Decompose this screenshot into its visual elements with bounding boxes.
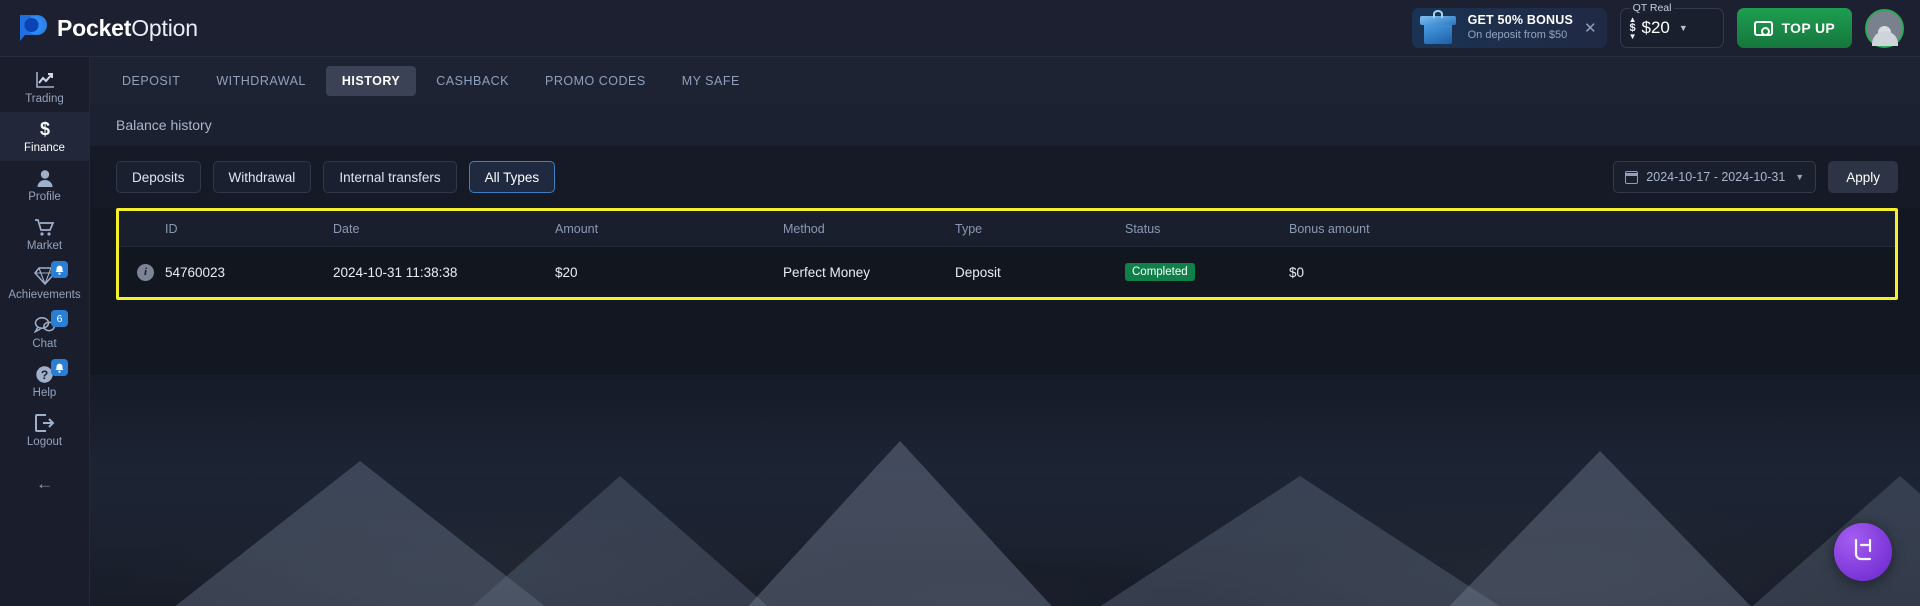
swap-account-icon[interactable]: ▲ $ ▼ — [1629, 15, 1637, 40]
tab-deposit[interactable]: DEPOSIT — [106, 66, 196, 96]
gift-box-icon — [1416, 9, 1462, 47]
apply-button[interactable]: Apply — [1828, 161, 1898, 193]
filter-internal-transfers-button[interactable]: Internal transfers — [323, 161, 457, 193]
sidebar-item-chat[interactable]: Chat 6 — [0, 308, 89, 357]
sidebar-item-help[interactable]: ? Help — [0, 357, 89, 406]
column-header-date: Date — [333, 211, 555, 247]
left-sidebar: Trading $ Finance Profile Market Achieve… — [0, 57, 90, 606]
cell-id: 54760023 — [165, 246, 333, 297]
cell-status: Completed — [1125, 246, 1289, 297]
tab-promo-codes[interactable]: PROMO CODES — [529, 66, 662, 96]
sidebar-item-label: Chat — [32, 337, 57, 350]
sidebar-badge-bell — [51, 359, 68, 376]
top-up-button[interactable]: TOP UP — [1736, 8, 1852, 48]
bonus-subtitle: On deposit from $50 — [1467, 28, 1568, 41]
cell-date: 2024-10-31 11:38:38 — [333, 246, 555, 297]
chart-line-icon — [35, 71, 55, 90]
filter-bar: Deposits Withdrawal Internal transfers A… — [90, 146, 1920, 208]
sidebar-item-label: Help — [32, 386, 57, 399]
row-info-cell: i — [119, 246, 165, 297]
cell-method: Perfect Money — [783, 246, 955, 297]
calendar-icon — [1624, 170, 1639, 184]
bonus-text-group: GET 50% BONUS On deposit from $50 — [1468, 13, 1573, 42]
filter-all-types-button[interactable]: All Types — [468, 161, 556, 193]
wallet-icon — [1753, 20, 1773, 36]
brand-name: PocketOption — [57, 15, 198, 42]
page-title: Balance history — [90, 104, 1920, 146]
balance-history-table: ID Date Amount Method Type Status Bonus … — [119, 211, 1895, 297]
brand-name-bold: Pocket — [57, 14, 132, 41]
account-balance-selector[interactable]: QT Real ▲ $ ▼ $20 ▼ — [1619, 2, 1724, 48]
sidebar-item-label: Finance — [24, 141, 65, 154]
logout-icon — [34, 414, 55, 433]
user-avatar-icon[interactable] — [1865, 8, 1904, 48]
column-header-type: Type — [955, 211, 1125, 247]
info-icon[interactable]: i — [137, 263, 154, 281]
column-header-amount: Amount — [555, 211, 783, 247]
bonus-title: GET 50% BONUS — [1467, 13, 1573, 28]
sidebar-item-achievements[interactable]: Achievements — [0, 259, 89, 308]
sidebar-item-logout[interactable]: Logout — [0, 406, 89, 455]
support-widget-icon — [1849, 536, 1877, 569]
tab-cashback[interactable]: CASHBACK — [420, 66, 525, 96]
cell-amount: $20 — [555, 246, 783, 297]
svg-text:$: $ — [39, 119, 49, 139]
balance-history-table-highlight: ID Date Amount Method Type Status Bonus … — [116, 208, 1898, 300]
top-up-label: TOP UP — [1781, 20, 1835, 36]
sidebar-item-label: Logout — [26, 435, 63, 448]
svg-text:?: ? — [41, 368, 48, 382]
cell-bonus-amount: $0 — [1289, 246, 1895, 297]
tab-withdrawal[interactable]: WITHDRAWAL — [200, 66, 322, 96]
shopping-cart-icon — [34, 218, 55, 237]
sidebar-item-trading[interactable]: Trading — [0, 63, 89, 112]
date-range-value: 2024-10-17 - 2024-10-31 — [1646, 170, 1786, 184]
column-header-id: ID — [165, 211, 333, 247]
status-badge: Completed — [1125, 263, 1195, 281]
support-widget-button[interactable] — [1834, 523, 1892, 581]
column-header-icon — [119, 211, 165, 247]
cell-type: Deposit — [955, 246, 1125, 297]
sidebar-item-label: Profile — [28, 190, 61, 203]
dollar-sign-icon: $ — [37, 119, 53, 139]
table-row[interactable]: i 54760023 2024-10-31 11:38:38 $20 Perfe… — [119, 246, 1895, 297]
chevron-down-icon[interactable]: ▼ — [1679, 23, 1688, 33]
filter-right-controls: 2024-10-17 - 2024-10-31 ▼ Apply — [1613, 161, 1898, 193]
table-header-row: ID Date Amount Method Type Status Bonus … — [119, 211, 1895, 247]
column-header-status: Status — [1125, 211, 1289, 247]
balance-amount: $20 — [1641, 18, 1670, 37]
sidebar-item-label: Market — [26, 239, 63, 252]
sidebar-item-label: Achievements — [8, 288, 81, 301]
user-icon — [36, 169, 54, 188]
chevron-down-icon: ▼ — [1795, 172, 1805, 182]
main-content: DEPOSIT WITHDRAWAL HISTORY CASHBACK PROM… — [90, 57, 1920, 606]
sidebar-item-label: Trading — [25, 92, 64, 105]
pocketoption-logo-icon — [18, 13, 48, 43]
sidebar-item-finance[interactable]: $ Finance — [0, 112, 89, 161]
brand-logo[interactable]: PocketOption — [0, 13, 198, 43]
sidebar-badge-count: 6 — [51, 310, 68, 327]
date-range-picker[interactable]: 2024-10-17 - 2024-10-31 ▼ — [1613, 161, 1817, 193]
filter-withdrawal-button[interactable]: Withdrawal — [212, 161, 312, 193]
filter-deposits-button[interactable]: Deposits — [116, 161, 201, 193]
arrow-left-icon[interactable]: ← — [0, 469, 89, 499]
column-header-method: Method — [783, 211, 955, 247]
tab-history[interactable]: HISTORY — [325, 65, 417, 96]
header-right-group: GET 50% BONUS On deposit from $50 ✕ QT R… — [1411, 2, 1920, 48]
table-body: i 54760023 2024-10-31 11:38:38 $20 Perfe… — [119, 246, 1895, 297]
finance-tab-bar: DEPOSIT WITHDRAWAL HISTORY CASHBACK PROM… — [90, 57, 1920, 104]
brand-name-light: Option — [131, 14, 198, 41]
bonus-banner[interactable]: GET 50% BONUS On deposit from $50 ✕ — [1411, 8, 1607, 48]
table-header: ID Date Amount Method Type Status Bonus … — [119, 211, 1895, 247]
column-header-bonus-amount: Bonus amount — [1289, 211, 1895, 247]
sidebar-item-profile[interactable]: Profile — [0, 161, 89, 210]
sidebar-badge-bell — [51, 261, 68, 278]
app-root: PocketOption GET 50% BONUS On deposit fr… — [0, 0, 1920, 606]
tab-my-safe[interactable]: MY SAFE — [666, 66, 756, 96]
close-icon[interactable]: ✕ — [1584, 21, 1597, 36]
account-type-label: QT Real — [1629, 2, 1675, 14]
top-header-bar: PocketOption GET 50% BONUS On deposit fr… — [0, 0, 1920, 57]
sidebar-item-market[interactable]: Market — [0, 210, 89, 259]
